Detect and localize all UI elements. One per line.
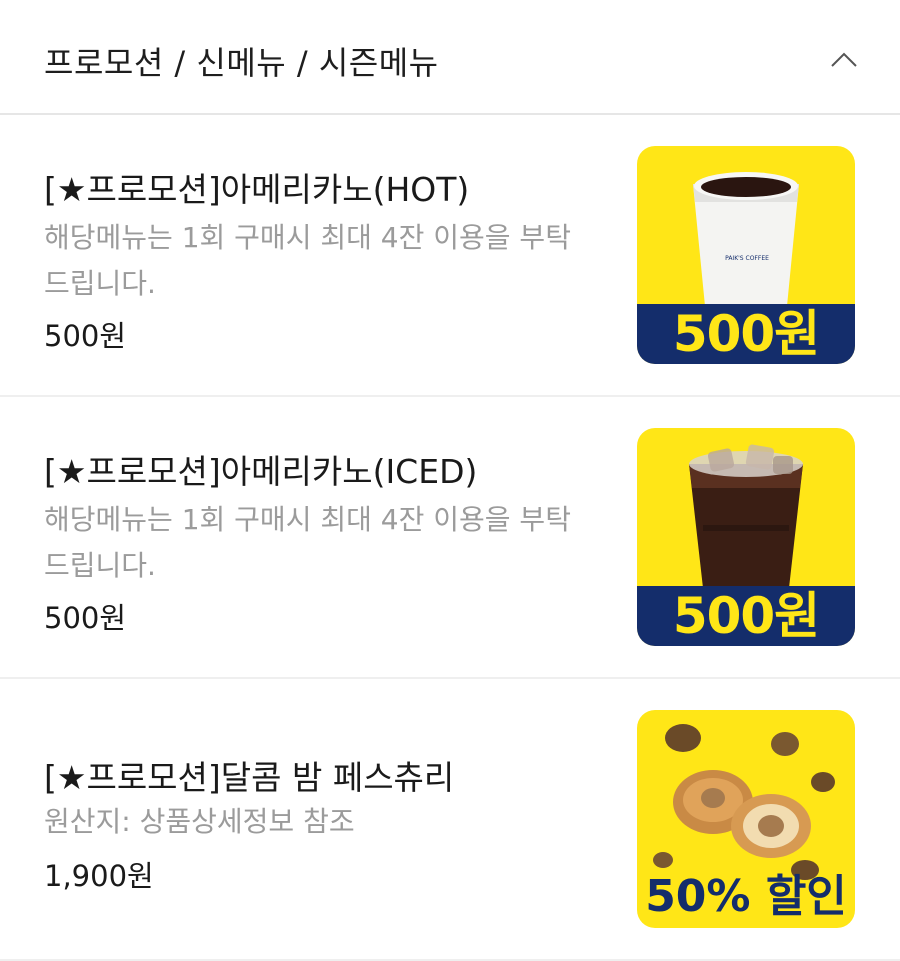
menu-item[interactable]: [★프로모션]달콤 밤 페스츄리 원산지: 상품상세정보 참조 1,900원 5… bbox=[0, 679, 900, 961]
menu-item-name: [★프로모션]달콤 밤 페스츄리 bbox=[44, 758, 455, 797]
menu-item-name: [★프로모션]아메리카노(HOT) bbox=[44, 170, 470, 209]
menu-item-image: 50% 할인 bbox=[637, 710, 855, 928]
menu-item-image: 500원 bbox=[637, 428, 855, 646]
promotion-section-header[interactable]: 프로모션 / 신메뉴 / 시즌메뉴 bbox=[0, 0, 900, 115]
menu-item-price: 1,900원 bbox=[44, 859, 154, 893]
menu-item-description: 해당메뉴는 1회 구매시 최대 4잔 이용을 부탁드립니다. bbox=[44, 221, 571, 300]
menu-item[interactable]: [★프로모션]아메리카노(HOT) 해당메뉴는 1회 구매시 최대 4잔 이용을… bbox=[0, 115, 900, 397]
menu-item-price: 500원 bbox=[44, 319, 127, 353]
menu-item-image: PAIK'S COFFEE 500원 bbox=[637, 146, 855, 364]
menu-item-description: 해당메뉴는 1회 구매시 최대 4잔 이용을 부탁드립니다. bbox=[44, 503, 571, 582]
price-banner: 500원 bbox=[637, 586, 855, 646]
chevron-up-icon[interactable] bbox=[826, 42, 862, 78]
svg-text:PAIK'S COFFEE: PAIK'S COFFEE bbox=[725, 255, 769, 262]
menu-item-name: [★프로모션]아메리카노(ICED) bbox=[44, 452, 478, 491]
price-banner: 500원 bbox=[637, 304, 855, 364]
discount-badge: 50% 할인 bbox=[645, 871, 847, 922]
menu-item-price: 500원 bbox=[44, 601, 127, 635]
menu-item-description: 원산지: 상품상세정보 참조 bbox=[44, 805, 355, 838]
section-title: 프로모션 / 신메뉴 / 시즌메뉴 bbox=[44, 44, 439, 82]
menu-item[interactable]: [★프로모션]아메리카노(ICED) 해당메뉴는 1회 구매시 최대 4잔 이용… bbox=[0, 397, 900, 679]
